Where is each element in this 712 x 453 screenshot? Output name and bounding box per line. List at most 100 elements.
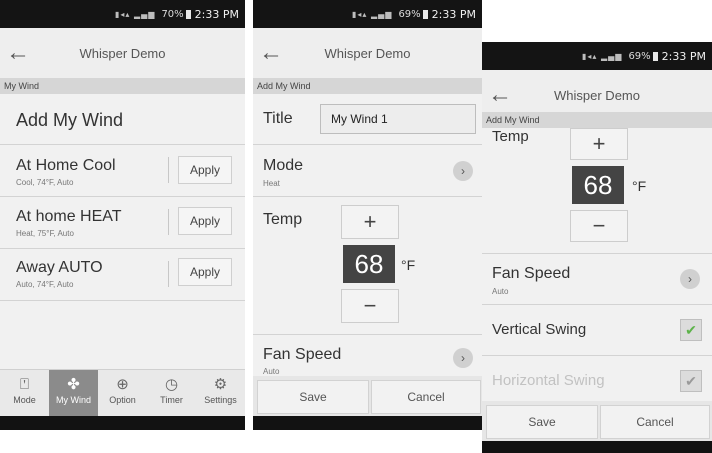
divider [168, 261, 169, 287]
battery-icon [422, 9, 428, 19]
temp-increase-button[interactable]: + [570, 128, 628, 160]
temp-increase-button[interactable]: + [341, 205, 399, 239]
nav-bar-strip [0, 416, 245, 430]
temp-value: 68 [572, 166, 624, 204]
cancel-button[interactable]: Cancel [371, 380, 481, 414]
phone-screen-add-my-wind: ▮◂▴ ▂▄▆ 69% 2:33 PM ← Whisper Demo Add M… [253, 0, 482, 430]
battery-percent: 70% [161, 8, 184, 20]
temp-value: 68 [343, 245, 395, 283]
signal-icons: ▮◂▴ ▂▄▆ [115, 9, 156, 19]
section-header: My Wind [0, 78, 245, 94]
status-bar: ▮◂▴ ▂▄▆ 70% 2:33 PM [0, 0, 245, 28]
section-header: Add My Wind [253, 78, 482, 94]
item-subtitle: Heat, 75°F, Auto [16, 229, 74, 238]
status-time: 2:33 PM [431, 7, 476, 21]
status-bar: ▮◂▴ ▂▄▆ 69% 2:33 PM [253, 0, 482, 28]
title-label: Title [263, 110, 293, 127]
temp-decrease-button[interactable]: − [341, 289, 399, 323]
list-item[interactable]: At Home Cool Cool, 74°F, Auto Apply [0, 145, 245, 197]
fan-speed-value: Auto [263, 367, 280, 375]
status-time: 2:33 PM [194, 7, 239, 21]
app-title: Whisper Demo [324, 45, 411, 61]
item-subtitle: Auto, 74°F, Auto [16, 280, 74, 289]
divider [168, 209, 169, 235]
horizontal-swing-label: Horizontal Swing [492, 372, 605, 389]
nav-label: Option [109, 395, 136, 405]
save-button[interactable]: Save [486, 405, 598, 439]
app-title: Whisper Demo [79, 45, 166, 61]
phone-screen-my-wind-list: ▮◂▴ ▂▄▆ 70% 2:33 PM ← Whisper Demo My Wi… [0, 0, 245, 430]
action-bar: Save Cancel [482, 401, 712, 441]
app-bar: ← Whisper Demo [253, 28, 482, 78]
phone-screen-add-my-wind-scrolled: ▮◂▴ ▂▄▆ 69% 2:33 PM ← Whisper Demo Add M… [482, 42, 712, 453]
list-item[interactable]: Away AUTO Auto, 74°F, Auto Apply [0, 249, 245, 301]
nav-label: Settings [204, 395, 237, 405]
action-bar: Save Cancel [253, 376, 482, 416]
horizontal-swing-row[interactable]: Horizontal Swing ✔ [482, 356, 712, 406]
temp-row: Temp + 68 °F − [253, 197, 482, 335]
vertical-swing-label: Vertical Swing [492, 321, 587, 338]
apply-button[interactable]: Apply [178, 207, 232, 235]
vertical-swing-checkbox[interactable]: ✔ [680, 319, 702, 341]
add-my-wind-row[interactable]: Add My Wind [0, 94, 245, 145]
app-bar: ← Whisper Demo [0, 28, 245, 78]
cancel-button[interactable]: Cancel [600, 405, 710, 439]
save-button[interactable]: Save [257, 380, 369, 414]
fan-icon: ✤ [67, 376, 80, 393]
fan-speed-value: Auto [492, 287, 509, 296]
status-bar: ▮◂▴ ▂▄▆ 69% 2:33 PM [482, 42, 712, 70]
temp-label: Temp [263, 211, 303, 228]
temp-unit: °F [401, 257, 416, 273]
item-title: At Home Cool [16, 157, 116, 174]
mode-icon: ⍞ [19, 376, 29, 393]
temp-label: Temp [492, 128, 529, 145]
title-row: Title My Wind 1 [253, 94, 482, 145]
back-arrow-icon[interactable]: ← [253, 39, 289, 67]
signal-icons: ▮◂▴ ▂▄▆ [582, 51, 623, 61]
battery-percent: 69% [398, 8, 421, 20]
back-arrow-icon[interactable]: ← [0, 39, 36, 67]
item-title: At home HEAT [16, 208, 122, 225]
list-item[interactable]: At home HEAT Heat, 75°F, Auto Apply [0, 197, 245, 249]
temp-decrease-button[interactable]: − [570, 210, 628, 242]
fan-speed-label: Fan Speed [263, 346, 342, 363]
nav-item-timer[interactable]: ◷ Timer [147, 370, 196, 416]
battery-percent: 69% [628, 50, 651, 62]
signal-icons: ▮◂▴ ▂▄▆ [352, 9, 393, 19]
nav-bar-strip [253, 416, 482, 430]
section-header: Add My Wind [482, 112, 712, 128]
mode-value: Heat [263, 179, 280, 188]
vertical-swing-row[interactable]: Vertical Swing ✔ [482, 305, 712, 356]
apply-button[interactable]: Apply [178, 156, 232, 184]
chevron-right-icon[interactable]: › [680, 269, 700, 289]
chevron-right-icon[interactable]: › [453, 161, 473, 181]
fan-speed-row[interactable]: Fan Speed Auto › [253, 335, 482, 375]
mode-row[interactable]: Mode Heat › [253, 145, 482, 197]
chevron-right-icon[interactable]: › [453, 348, 473, 368]
nav-bar-strip [482, 441, 712, 453]
divider [168, 157, 169, 183]
plus-circle-icon: ⊕ [116, 376, 129, 393]
nav-item-mode[interactable]: ⍞ Mode [0, 370, 49, 416]
item-subtitle: Cool, 74°F, Auto [16, 178, 74, 187]
nav-item-my-wind[interactable]: ✤ My Wind [49, 370, 98, 416]
nav-item-settings[interactable]: ⚙ Settings [196, 370, 245, 416]
status-time: 2:33 PM [661, 49, 706, 63]
gear-icon: ⚙ [213, 376, 228, 393]
battery-icon [652, 51, 658, 61]
back-arrow-icon[interactable]: ← [482, 81, 518, 109]
title-input[interactable]: My Wind 1 [320, 104, 476, 134]
horizontal-swing-checkbox[interactable]: ✔ [680, 370, 702, 392]
battery-icon [185, 9, 191, 19]
item-title: Away AUTO [16, 259, 103, 276]
nav-label: My Wind [55, 395, 91, 405]
bottom-navigation: ⍞ Mode ✤ My Wind ⊕ Option ◷ Timer ⚙ Sett… [0, 369, 245, 416]
nav-item-option[interactable]: ⊕ Option [98, 370, 147, 416]
app-title: Whisper Demo [554, 87, 640, 103]
clock-icon: ◷ [164, 376, 179, 393]
temp-unit: °F [632, 178, 647, 194]
nav-label: Mode [13, 395, 36, 405]
fan-speed-row[interactable]: Fan Speed Auto › [482, 254, 712, 305]
apply-button[interactable]: Apply [178, 258, 232, 286]
temp-row: Temp + 68 °F − [482, 128, 712, 254]
